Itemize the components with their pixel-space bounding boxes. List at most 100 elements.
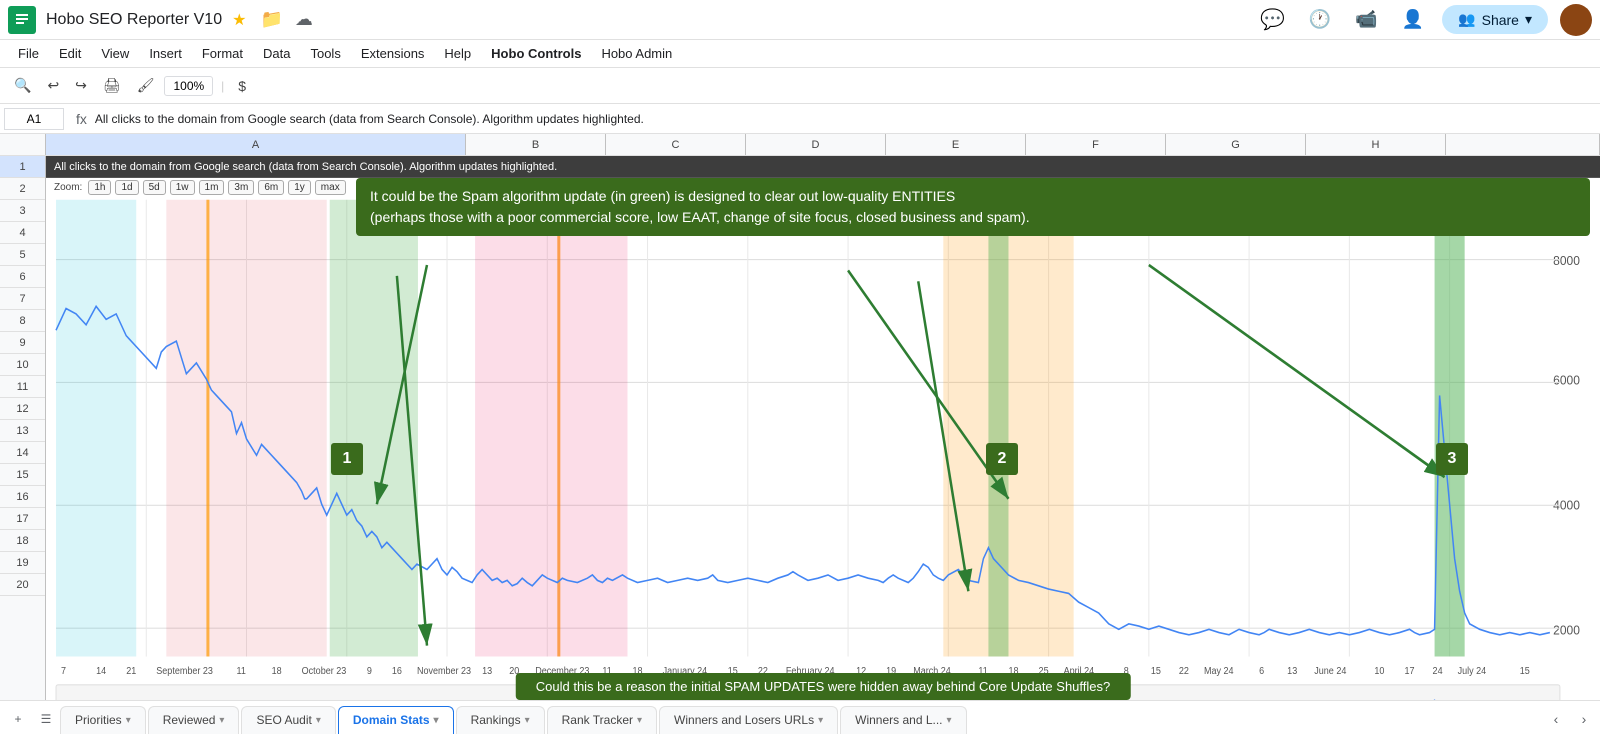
- app-title: Hobo SEO Reporter V10: [46, 11, 222, 29]
- zoom-1h[interactable]: 1h: [88, 180, 111, 195]
- menu-hobo-admin[interactable]: Hobo Admin: [591, 44, 682, 63]
- svg-text:6000: 6000: [1553, 373, 1580, 388]
- sheet-menu-button[interactable]: ☰: [32, 705, 60, 733]
- account-icon[interactable]: 👤: [1402, 9, 1424, 30]
- col-b-header[interactable]: B: [466, 134, 606, 155]
- tab-reviewed-arrow: ▾: [219, 715, 224, 726]
- paint-format-button[interactable]: 🖌: [131, 73, 161, 98]
- tab-priorities[interactable]: Priorities ▾: [60, 706, 146, 734]
- print-button[interactable]: 🖨: [97, 73, 127, 98]
- cloud-icon[interactable]: ☁: [295, 9, 313, 30]
- menu-hobo-controls[interactable]: Hobo Controls: [481, 44, 591, 63]
- row-4-num[interactable]: 4: [0, 222, 45, 244]
- cell-reference[interactable]: [4, 108, 64, 130]
- svg-text:June 24: June 24: [1314, 665, 1346, 676]
- tab-winners-l-arrow: ▾: [947, 715, 952, 726]
- formula-bar: fx All clicks to the domain from Google …: [0, 104, 1600, 134]
- zoom-1d[interactable]: 1d: [115, 180, 138, 195]
- tab-domain-stats[interactable]: Domain Stats ▾: [338, 706, 454, 734]
- row-7-num[interactable]: 7: [0, 288, 45, 310]
- row-1-num[interactable]: 1: [0, 156, 45, 178]
- menu-view[interactable]: View: [91, 44, 139, 63]
- row-16-num[interactable]: 16: [0, 486, 45, 508]
- tab-winners-l[interactable]: Winners and L... ▾: [840, 706, 966, 734]
- zoom-1w[interactable]: 1w: [170, 180, 195, 195]
- menu-data[interactable]: Data: [253, 44, 300, 63]
- zoom-1y[interactable]: 1y: [288, 180, 311, 195]
- zoom-3m[interactable]: 3m: [228, 180, 254, 195]
- tab-nav-left[interactable]: ‹: [1544, 707, 1568, 731]
- col-a-header[interactable]: A: [46, 134, 466, 155]
- zoom-5d[interactable]: 5d: [143, 180, 166, 195]
- currency-button[interactable]: $: [232, 74, 252, 98]
- col-c-header[interactable]: C: [606, 134, 746, 155]
- row-17-num[interactable]: 17: [0, 508, 45, 530]
- row-8-num[interactable]: 8: [0, 310, 45, 332]
- history-icon[interactable]: 🕐: [1309, 9, 1331, 30]
- row-10-num[interactable]: 10: [0, 354, 45, 376]
- svg-text:13: 13: [482, 665, 492, 676]
- svg-text:24: 24: [1433, 665, 1443, 676]
- zoom-1m[interactable]: 1m: [199, 180, 225, 195]
- row-12-num[interactable]: 12: [0, 398, 45, 420]
- search-button[interactable]: 🔍: [8, 73, 37, 98]
- zoom-max[interactable]: max: [315, 180, 346, 195]
- menu-file[interactable]: File: [8, 44, 49, 63]
- col-e-header[interactable]: E: [886, 134, 1026, 155]
- undo-button[interactable]: ↩: [41, 73, 65, 98]
- row-19-num[interactable]: 19: [0, 552, 45, 574]
- zoom-row: Zoom: 1h 1d 5d 1w 1m 3m 6m 1y max: [54, 180, 346, 195]
- meet-icon[interactable]: 📹: [1355, 9, 1377, 30]
- row-3-num[interactable]: 3: [0, 200, 45, 222]
- row-18-num[interactable]: 18: [0, 530, 45, 552]
- menu-extensions[interactable]: Extensions: [351, 44, 435, 63]
- bottom-annotation: Could this be a reason the initial SPAM …: [516, 673, 1131, 700]
- col-g-header[interactable]: G: [1166, 134, 1306, 155]
- menu-insert[interactable]: Insert: [139, 44, 192, 63]
- share-button[interactable]: 👥 Share ▾: [1442, 5, 1548, 34]
- zoom-display[interactable]: 100%: [164, 76, 213, 96]
- tab-winners-losers-urls[interactable]: Winners and Losers URLs ▾: [659, 706, 838, 734]
- menu-tools[interactable]: Tools: [300, 44, 350, 63]
- tab-rank-tracker[interactable]: Rank Tracker ▾: [547, 706, 657, 734]
- menu-help[interactable]: Help: [434, 44, 481, 63]
- zoom-6m[interactable]: 6m: [258, 180, 284, 195]
- row-20-num[interactable]: 20: [0, 574, 45, 596]
- marker-3: 3: [1436, 443, 1468, 475]
- top-bar: Hobo SEO Reporter V10 ★ 📁 ☁ 💬 🕐 📹 👤 👥 Sh…: [0, 0, 1600, 40]
- row-13-num[interactable]: 13: [0, 420, 45, 442]
- tab-winners-losers-urls-arrow: ▾: [818, 715, 823, 726]
- menu-edit[interactable]: Edit: [49, 44, 91, 63]
- chart-header-text: All clicks to the domain from Google sea…: [54, 161, 557, 173]
- sheet-area: A B C D E F G H 1 2 3 4 5 6 7 8 9 10 11 …: [0, 134, 1600, 700]
- tab-nav-right[interactable]: ›: [1572, 707, 1596, 731]
- star-icon[interactable]: ★: [232, 10, 246, 30]
- tab-rankings[interactable]: Rankings ▾: [456, 706, 545, 734]
- col-f-header[interactable]: F: [1026, 134, 1166, 155]
- folder-icon[interactable]: 📁: [260, 9, 282, 30]
- row-5-num[interactable]: 5: [0, 244, 45, 266]
- svg-text:6: 6: [1259, 665, 1264, 676]
- row-2-num[interactable]: 2: [0, 178, 45, 200]
- comments-icon[interactable]: 💬: [1260, 7, 1285, 32]
- avatar[interactable]: [1560, 4, 1592, 36]
- svg-text:July 24: July 24: [1458, 665, 1487, 676]
- row-9-num[interactable]: 9: [0, 332, 45, 354]
- tabs-bar: + ☰ Priorities ▾ Reviewed ▾ SEO Audit ▾ …: [0, 700, 1600, 736]
- col-d-header[interactable]: D: [746, 134, 886, 155]
- tab-reviewed[interactable]: Reviewed ▾: [148, 706, 240, 734]
- col-h-header[interactable]: H: [1306, 134, 1446, 155]
- menu-format[interactable]: Format: [192, 44, 253, 63]
- app-icon: [8, 6, 36, 34]
- tab-seo-audit-arrow: ▾: [316, 715, 321, 726]
- row-11-num[interactable]: 11: [0, 376, 45, 398]
- row-6-num[interactable]: 6: [0, 266, 45, 288]
- row-num-header: [0, 134, 46, 155]
- add-sheet-button[interactable]: +: [4, 705, 32, 733]
- tab-seo-audit[interactable]: SEO Audit ▾: [241, 706, 335, 734]
- redo-button[interactable]: ↪: [69, 73, 93, 98]
- row-15-num[interactable]: 15: [0, 464, 45, 486]
- col-rest-header[interactable]: [1446, 134, 1600, 155]
- row-14-num[interactable]: 14: [0, 442, 45, 464]
- share-icon: 👥: [1458, 11, 1475, 28]
